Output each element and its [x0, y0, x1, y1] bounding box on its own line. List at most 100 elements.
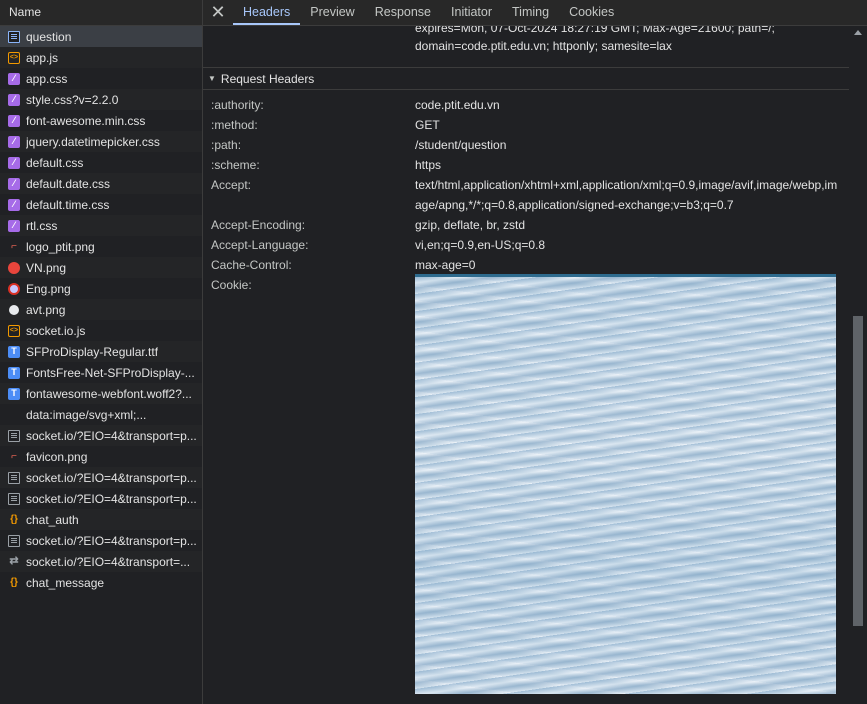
request-item[interactable]: VN.png: [0, 257, 202, 278]
request-item-name: jquery.datetimepicker.css: [26, 134, 160, 149]
request-item[interactable]: ⇄ socket.io/?EIO=4&transport=...: [0, 551, 202, 572]
websocket-icon: ⇄: [9, 555, 19, 567]
request-item-name: favicon.png: [26, 449, 88, 464]
request-item[interactable]: T SFProDisplay-Regular.ttf: [0, 341, 202, 362]
request-item[interactable]: socket.io/?EIO=4&transport=p...: [0, 530, 202, 551]
script-icon: <>: [8, 324, 20, 337]
request-item[interactable]: Eng.png: [0, 278, 202, 299]
request-item[interactable]: ⁄ jquery.datetimepicker.css: [0, 131, 202, 152]
script-icon: <>: [8, 51, 20, 64]
details-scrollbar[interactable]: [850, 26, 867, 704]
header-value: vi,en;q=0.9,en-US;q=0.8: [415, 238, 546, 252]
header-name: :path:: [211, 138, 242, 152]
request-item-name: default.date.css: [26, 176, 111, 191]
header-row-authority: :authority: code.ptit.edu.vn: [211, 95, 841, 115]
document-icon: [8, 429, 20, 442]
request-item[interactable]: ⁄ app.css: [0, 68, 202, 89]
request-item[interactable]: ⁄ default.time.css: [0, 194, 202, 215]
request-item-name: font-awesome.min.css: [26, 113, 146, 128]
tab-response[interactable]: Response: [365, 0, 441, 25]
stylesheet-icon: ⁄: [8, 177, 20, 190]
header-name: :authority:: [211, 98, 264, 112]
request-item[interactable]: Tfontawesome-webfont.woff2?...: [0, 383, 202, 404]
request-item[interactable]: ⁄ default.css: [0, 152, 202, 173]
request-item[interactable]: ⌐ favicon.png: [0, 446, 202, 467]
stylesheet-icon: ⁄: [8, 198, 20, 211]
request-item[interactable]: {} chat_auth: [0, 509, 202, 530]
request-item-name: avt.png: [26, 302, 66, 317]
request-details-panel: ✕ Headers Preview Response Initiator Tim…: [203, 0, 867, 704]
image-icon: [8, 261, 20, 274]
request-item[interactable]: ⁄ font-awesome.min.css: [0, 110, 202, 131]
scroll-thumb[interactable]: [853, 316, 863, 626]
close-icon[interactable]: ✕: [203, 0, 233, 25]
request-item-name: socket.io.js: [26, 323, 86, 338]
request-item[interactable]: ⁄ default.date.css: [0, 173, 202, 194]
tab-timing[interactable]: Timing: [502, 0, 559, 25]
request-item[interactable]: avt.png: [0, 299, 202, 320]
stylesheet-icon: ⁄: [8, 156, 20, 169]
header-name: Accept:: [211, 178, 252, 192]
request-item-name: socket.io/?EIO=4&transport=p...: [26, 470, 197, 485]
request-item-name: socket.io/?EIO=4&transport=...: [26, 554, 191, 569]
header-value: https: [415, 158, 442, 172]
header-row-accept: Accept: text/html,application/xhtml+xml,…: [211, 175, 841, 215]
headers-content: expires=Mon, 07-Oct-2024 18:27:19 GMT; M…: [203, 26, 849, 704]
image-icon: [9, 304, 19, 315]
request-headers-section-toggle[interactable]: ▼ Request Headers: [203, 67, 849, 90]
header-row-path: :path: /student/question: [211, 135, 841, 155]
cookie-value-redacted: [415, 274, 836, 694]
font-icon: T: [8, 387, 20, 400]
tab-cookies[interactable]: Cookies: [559, 0, 624, 25]
request-item[interactable]: ⌐ logo_ptit.png: [0, 236, 202, 257]
header-row-accept-language: Accept-Language: vi,en;q=0.9,en-US;q=0.8: [211, 235, 841, 255]
header-name: Accept-Language:: [211, 238, 309, 252]
image-icon: [8, 409, 20, 421]
name-column-header[interactable]: Name: [0, 0, 202, 26]
stylesheet-icon: ⁄: [8, 93, 20, 106]
request-item-name: style.css?v=2.2.0: [26, 92, 119, 107]
request-list-panel: Name question <> app.js ⁄ app.css ⁄ style.css?…: [0, 0, 203, 704]
request-item[interactable]: <> socket.io.js: [0, 320, 202, 341]
request-item-name: socket.io/?EIO=4&transport=p...: [26, 533, 197, 548]
request-item[interactable]: <> app.js: [0, 47, 202, 68]
request-item-name: socket.io/?EIO=4&transport=p...: [26, 491, 197, 506]
triangle-down-icon: ▼: [208, 74, 216, 83]
request-item-name: default.time.css: [26, 197, 110, 212]
image-icon: ⌐: [11, 240, 17, 252]
header-row-accept-encoding: Accept-Encoding: gzip, deflate, br, zstd: [211, 215, 841, 235]
header-name: :scheme:: [211, 158, 260, 172]
request-item[interactable]: data:image/svg+xml;...: [0, 404, 202, 425]
tab-headers[interactable]: Headers: [233, 0, 301, 25]
request-item-name: data:image/svg+xml;...: [26, 407, 147, 422]
request-item-name: rtl.css: [26, 218, 58, 233]
request-item[interactable]: question: [0, 26, 202, 47]
request-item[interactable]: ⁄ rtl.css: [0, 215, 202, 236]
request-item[interactable]: socket.io/?EIO=4&transport=p...: [0, 488, 202, 509]
request-item-name: app.css: [26, 71, 68, 86]
request-item-name: FontsFree-Net-SFProDisplay-...: [26, 365, 195, 380]
fetch-icon: {}: [10, 513, 18, 525]
header-name: :method:: [211, 118, 258, 132]
stylesheet-icon: ⁄: [8, 114, 20, 127]
request-item-name: default.css: [26, 155, 84, 170]
document-icon: [8, 471, 20, 484]
tab-preview[interactable]: Preview: [300, 0, 364, 25]
request-item[interactable]: {} chat_message: [0, 572, 202, 593]
header-row-method: :method: GET: [211, 115, 841, 135]
request-item-name: app.js: [26, 50, 59, 65]
request-headers-title: Request Headers: [220, 71, 315, 86]
header-value: code.ptit.edu.vn: [415, 98, 500, 112]
request-item-name: logo_ptit.png: [26, 239, 95, 254]
stylesheet-icon: ⁄: [8, 72, 20, 85]
font-icon: T: [8, 345, 20, 358]
set-cookie-value-line: domain=code.ptit.edu.vn; httponly; sames…: [415, 39, 672, 53]
scroll-up-arrow-icon[interactable]: [854, 30, 862, 35]
request-item[interactable]: T FontsFree-Net-SFProDisplay-...: [0, 362, 202, 383]
fetch-icon: {}: [10, 576, 18, 588]
tab-initiator[interactable]: Initiator: [441, 0, 502, 25]
request-item[interactable]: socket.io/?EIO=4&transport=p...: [0, 425, 202, 446]
request-item[interactable]: socket.io/?EIO=4&transport=p...: [0, 467, 202, 488]
image-icon: [8, 282, 20, 295]
request-item[interactable]: ⁄ style.css?v=2.2.0: [0, 89, 202, 110]
